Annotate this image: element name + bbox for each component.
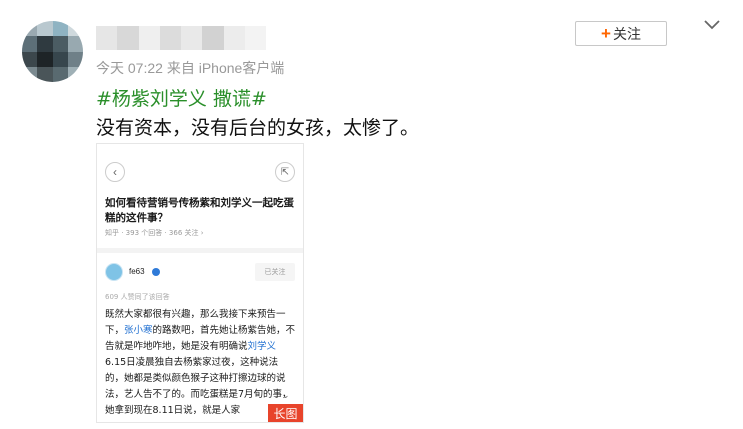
question-title: 如何看待营销号传杨紫和刘学义一起吃蛋糕的这件事？ [105,197,294,224]
divider [97,248,303,253]
back-arrow-icon: ‹ [105,162,125,182]
long-image-badge: 长图 [268,404,303,422]
username-blurred[interactable] [96,26,266,50]
share-icon: ⇱ [275,162,295,182]
agree-count: 609 人赞同了该回答 [105,293,170,301]
answer-text: 既然大家都很有兴趣，那么我接下来预告一下，张小寒的路数吧，首先她让杨紫告她，不告… [105,307,297,419]
expand-chevron-icon: ⌄ [282,390,290,400]
question-stats: 知乎 · 393 个回答 · 366 关注 › [105,229,204,237]
answer-avatar [105,263,123,281]
verified-badge-icon [152,268,160,276]
hashtag-link[interactable]: #杨紫刘学义 撒谎# [96,84,267,111]
plus-icon: + [601,24,611,43]
mention-link: 刘学义 [247,341,277,352]
chevron-down-icon[interactable] [703,16,721,34]
mention-link: 张小寒 [124,325,153,336]
follow-label: 关注 [612,25,641,42]
avatar[interactable] [22,21,83,82]
post-source: 来自 iPhone客户端 [166,60,285,76]
follow-button[interactable]: + 关注 [575,21,667,46]
post-text: 没有资本，没有后台的女孩，太惨了。 [96,117,420,139]
post-meta: 今天 07:22 来自 iPhone客户端 [96,58,284,78]
answer-author: fe63 [129,267,145,276]
post-time[interactable]: 今天 07:22 [96,60,163,76]
answer-text-part: 6.15日凌晨独自去杨紫家过夜，这种说法的，她都是类似颜色猴子这种打擦边球的说法… [105,357,292,416]
followed-badge: 已关注 [255,263,295,281]
post-image[interactable]: ‹ ⇱ 如何看待营销号传杨紫和刘学义一起吃蛋糕的这件事？ 知乎 · 393 个回… [96,143,304,423]
